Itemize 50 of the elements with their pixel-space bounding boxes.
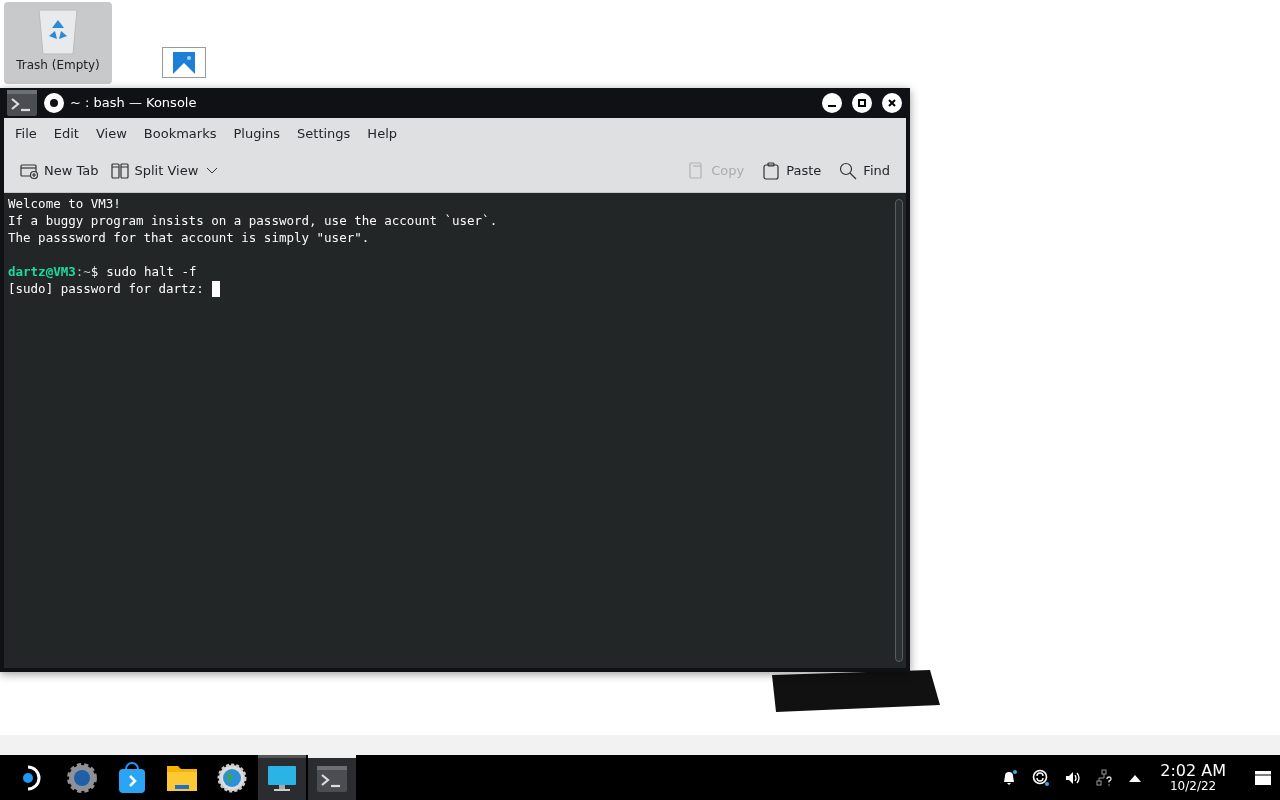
- menu-item[interactable]: Settings: [289, 123, 359, 144]
- split-button[interactable]: Split View: [104, 155, 205, 186]
- terminal-area[interactable]: Welcome to VM3! If a buggy program insists on a password, use the account `user`. The passsword for that account is simply "user". dartz@VM3:~$ sudo halt -f [sudo] password for dartz:: [4, 193, 906, 668]
- menu-item[interactable]: Edit: [45, 123, 87, 144]
- square-icon: [857, 98, 867, 108]
- menu-item[interactable]: Bookmarks: [135, 123, 225, 144]
- network-icon[interactable]: [1096, 768, 1115, 787]
- terminal-line: [sudo] password for dartz:: [8, 280, 204, 297]
- launcher-icon: [22, 764, 42, 791]
- sync-icon[interactable]: [1032, 768, 1051, 787]
- scrollbar[interactable]: [895, 199, 903, 662]
- prompt-path: :~: [75, 263, 91, 280]
- shopping-bag-icon: [117, 761, 147, 794]
- split-view-icon: [110, 161, 129, 180]
- prompt-user: dartz@VM3: [8, 263, 76, 280]
- pin-icon[interactable]: [44, 93, 64, 113]
- maximize-button[interactable]: [852, 93, 872, 113]
- terminal-line: Welcome to VM3!: [8, 195, 121, 212]
- menu-item[interactable]: View: [87, 123, 135, 144]
- terminal-icon: [6, 89, 38, 117]
- newtab-button[interactable]: New Tab: [14, 155, 105, 186]
- prompt-symbol: $: [90, 263, 99, 280]
- chevron-down-icon[interactable]: [206, 166, 219, 175]
- image-file-icon[interactable]: [162, 47, 206, 78]
- menu-item[interactable]: Plugins: [225, 123, 289, 144]
- close-icon: [887, 98, 897, 108]
- menu-item[interactable]: File: [7, 123, 45, 144]
- paste-button[interactable]: Paste: [756, 155, 828, 186]
- terminal-icon: [316, 765, 348, 793]
- taskbar-app[interactable]: [258, 755, 306, 800]
- globe-gear-icon: [217, 762, 247, 793]
- menu-item[interactable]: Help: [359, 123, 405, 144]
- desktop-icon[interactable]: Trash (Empty): [4, 2, 112, 84]
- new-tab-icon: [20, 161, 38, 180]
- close-button[interactable]: [882, 93, 902, 113]
- trash-label: Trash (Empty): [16, 58, 100, 73]
- find-button[interactable]: Find: [833, 155, 896, 186]
- window-title: ~ : bash — Konsole: [70, 94, 197, 113]
- terminal-line: The passsword for that account is simply "user".: [8, 229, 370, 246]
- clock-time[interactable]: 2:02 AM: [1160, 763, 1226, 779]
- minimize-button[interactable]: [822, 93, 842, 113]
- terminal-line: If a buggy program insists on a password, use the account `user`.: [8, 212, 498, 229]
- monitor-icon: [267, 765, 297, 793]
- folder-icon: [166, 763, 198, 792]
- clock-date[interactable]: 10/2/22: [1170, 780, 1217, 792]
- minus-icon: [828, 105, 836, 107]
- terminal-command: sudo halt -f: [106, 263, 197, 280]
- clipboard-icon: [762, 161, 781, 180]
- gear-icon: [66, 761, 98, 794]
- search-icon: [839, 161, 858, 180]
